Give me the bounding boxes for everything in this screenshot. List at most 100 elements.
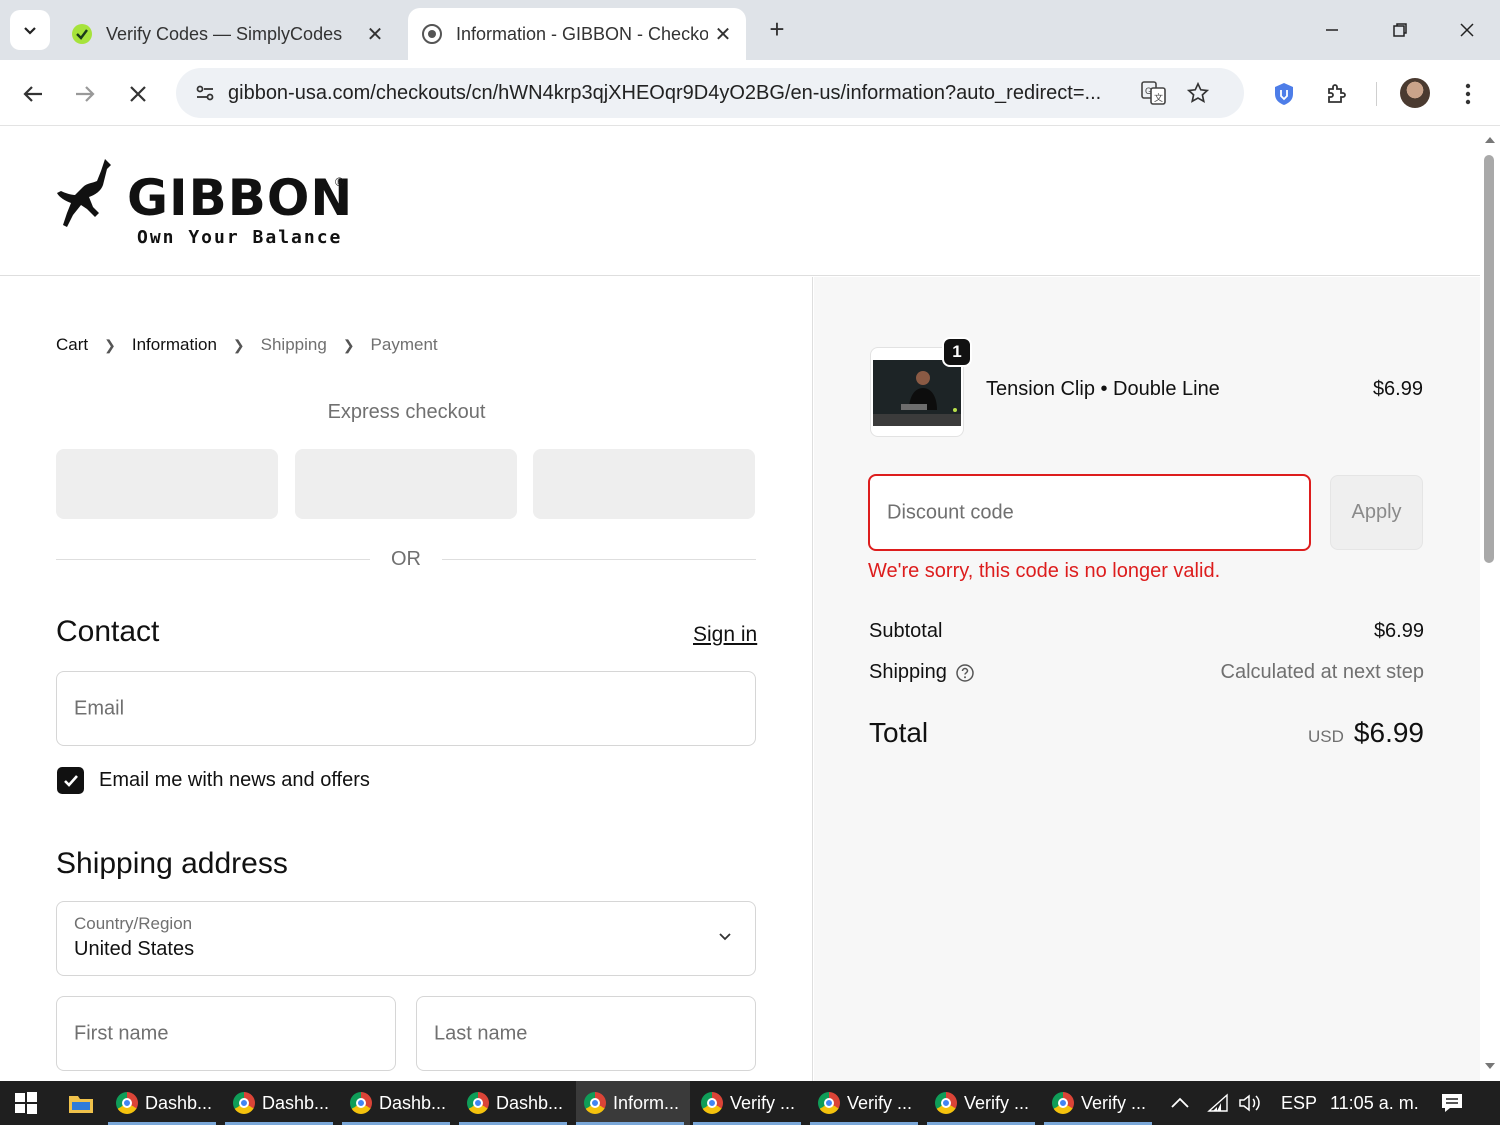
brand-tagline: Own Your Balance [137, 227, 343, 248]
shipping-label: Shipping [869, 661, 947, 683]
apply-discount-button[interactable]: Apply [1330, 475, 1423, 550]
first-name-placeholder: First name [74, 1022, 169, 1044]
bookmark-star-icon[interactable] [1176, 73, 1220, 113]
minimize-icon[interactable] [1312, 10, 1352, 50]
subtotal-label: Subtotal [869, 620, 943, 642]
wifi-icon[interactable] [1207, 1081, 1229, 1125]
address-bar[interactable]: gibbon-usa.com/checkouts/cn/hWN4krp3qjXH… [176, 68, 1244, 118]
close-window-icon[interactable] [1447, 10, 1487, 50]
express-checkout-button[interactable] [533, 449, 755, 519]
country-value: United States [74, 938, 195, 960]
chrome-icon [701, 1092, 723, 1114]
last-name-placeholder: Last name [434, 1022, 528, 1044]
express-checkout-button[interactable] [295, 449, 517, 519]
scroll-up-arrow-icon[interactable] [1484, 135, 1496, 145]
back-icon[interactable] [13, 74, 53, 114]
extensions-puzzle-icon[interactable] [1317, 74, 1357, 114]
taskbar-chrome-window[interactable]: Dashb... [108, 1081, 216, 1125]
discount-placeholder: Discount code [887, 501, 1014, 523]
gibbon-logo[interactable]: GIBBON ® Own Your Balance [55, 157, 355, 248]
toolbar-divider [1376, 82, 1377, 106]
country-label: Country/Region [74, 914, 193, 933]
close-tab-icon[interactable]: ✕ [360, 19, 390, 49]
chrome-icon [935, 1092, 957, 1114]
divider [56, 559, 370, 560]
newsletter-checkbox[interactable] [57, 767, 84, 794]
profile-avatar[interactable] [1400, 78, 1430, 108]
site-settings-icon[interactable] [182, 73, 228, 113]
browser-menu-icon[interactable] [1448, 74, 1488, 114]
taskbar-chrome-window[interactable]: Verify ... [810, 1081, 918, 1125]
last-name-field[interactable]: Last name [416, 996, 756, 1071]
input-language-indicator[interactable]: ESP [1281, 1081, 1317, 1125]
first-name-field[interactable]: First name [56, 996, 396, 1071]
shipping-address-heading: Shipping address [56, 847, 288, 880]
taskbar-app-label: Dashb... [379, 1092, 447, 1113]
taskbar-app-label: Verify ... [964, 1092, 1030, 1113]
close-tab-icon[interactable]: ✕ [708, 19, 738, 49]
gibbon-monkey-icon [57, 159, 111, 227]
restore-icon[interactable] [1380, 10, 1420, 50]
email-placeholder: Email [74, 697, 125, 719]
tab-search-button[interactable] [10, 10, 50, 50]
taskbar-chrome-window[interactable]: Verify ... [1044, 1081, 1152, 1125]
taskbar-chrome-window[interactable]: Dashb... [459, 1081, 567, 1125]
registered-mark: ® [335, 175, 344, 189]
email-field[interactable]: Email [56, 671, 756, 746]
tab-information-gibbon[interactable]: Information - GIBBON - Checkout ✕ [408, 8, 746, 60]
help-circle-icon[interactable] [955, 663, 975, 683]
express-checkout-button[interactable] [56, 449, 278, 519]
chrome-icon [350, 1092, 372, 1114]
gibbon-favicon-icon [420, 22, 444, 46]
taskbar-app-label: Inform... [613, 1092, 680, 1113]
breadcrumb: Cart ❯ Information ❯ Shipping ❯ Payment [56, 335, 438, 355]
taskbar-chrome-window[interactable]: Dashb... [342, 1081, 450, 1125]
taskbar-chrome-window[interactable]: Dashb... [225, 1081, 333, 1125]
browser-toolbar: gibbon-usa.com/checkouts/cn/hWN4krp3qjXH… [0, 60, 1500, 126]
taskbar-chrome-window-active[interactable]: Inform... [576, 1081, 690, 1125]
chrome-icon [818, 1092, 840, 1114]
password-manager-shield-icon[interactable] [1264, 74, 1304, 114]
url-text[interactable]: gibbon-usa.com/checkouts/cn/hWN4krp3qjXH… [228, 82, 1132, 105]
taskbar-app-label: Verify ... [1081, 1092, 1147, 1113]
show-hidden-icons-chevron-icon[interactable] [1170, 1081, 1190, 1125]
windows-start-icon[interactable] [14, 1081, 38, 1125]
chrome-icon [584, 1092, 606, 1114]
breadcrumb-information: Information [131, 335, 217, 354]
or-separator: OR [391, 548, 421, 570]
scroll-down-arrow-icon[interactable] [1484, 1061, 1496, 1071]
page-scrollbar[interactable] [1480, 127, 1500, 1081]
system-clock[interactable]: 11:05 a. m. [1330, 1081, 1419, 1125]
newsletter-label[interactable]: Email me with news and offers [99, 769, 370, 792]
shipping-value: Calculated at next step [1220, 661, 1424, 683]
tab-verify-codes[interactable]: Verify Codes — SimplyCodes ✕ [58, 8, 398, 60]
site-header: GIBBON ® Own Your Balance [0, 127, 1480, 276]
stop-loading-icon[interactable] [118, 74, 158, 114]
chevron-down-icon [719, 933, 731, 941]
tab-title: Verify Codes — SimplyCodes [106, 23, 343, 44]
taskbar-chrome-window[interactable]: Verify ... [927, 1081, 1035, 1125]
notifications-icon[interactable] [1440, 1081, 1464, 1125]
taskbar-chrome-window[interactable]: Verify ... [693, 1081, 801, 1125]
file-explorer-icon[interactable] [68, 1081, 94, 1125]
translate-icon[interactable]: G文 [1132, 73, 1176, 113]
breadcrumb-cart[interactable]: Cart [56, 335, 88, 355]
quantity-badge: 1 [942, 337, 972, 367]
total-label: Total [869, 717, 929, 748]
chevron-right-icon: ❯ [342, 336, 355, 353]
express-checkout-title: Express checkout [327, 401, 486, 423]
subtotal-value: $6.99 [1373, 620, 1424, 642]
volume-icon[interactable] [1238, 1081, 1262, 1125]
country-select[interactable]: Country/Region United States [56, 901, 756, 976]
chrome-icon [467, 1092, 489, 1114]
total-row: Total USD $6.99 [869, 717, 1424, 749]
chrome-icon [116, 1092, 138, 1114]
forward-icon[interactable] [65, 74, 105, 114]
discount-code-input[interactable]: Discount code [868, 474, 1311, 551]
tab-title: Information - GIBBON - Checkout [456, 23, 708, 44]
browser-tab-bar: Verify Codes — SimplyCodes ✕ Information… [0, 0, 1500, 60]
sign-in-link[interactable]: Sign in [693, 623, 757, 647]
new-tab-button[interactable]: + [762, 14, 792, 44]
svg-text:G: G [1145, 86, 1152, 96]
scrollbar-thumb[interactable] [1484, 155, 1494, 563]
